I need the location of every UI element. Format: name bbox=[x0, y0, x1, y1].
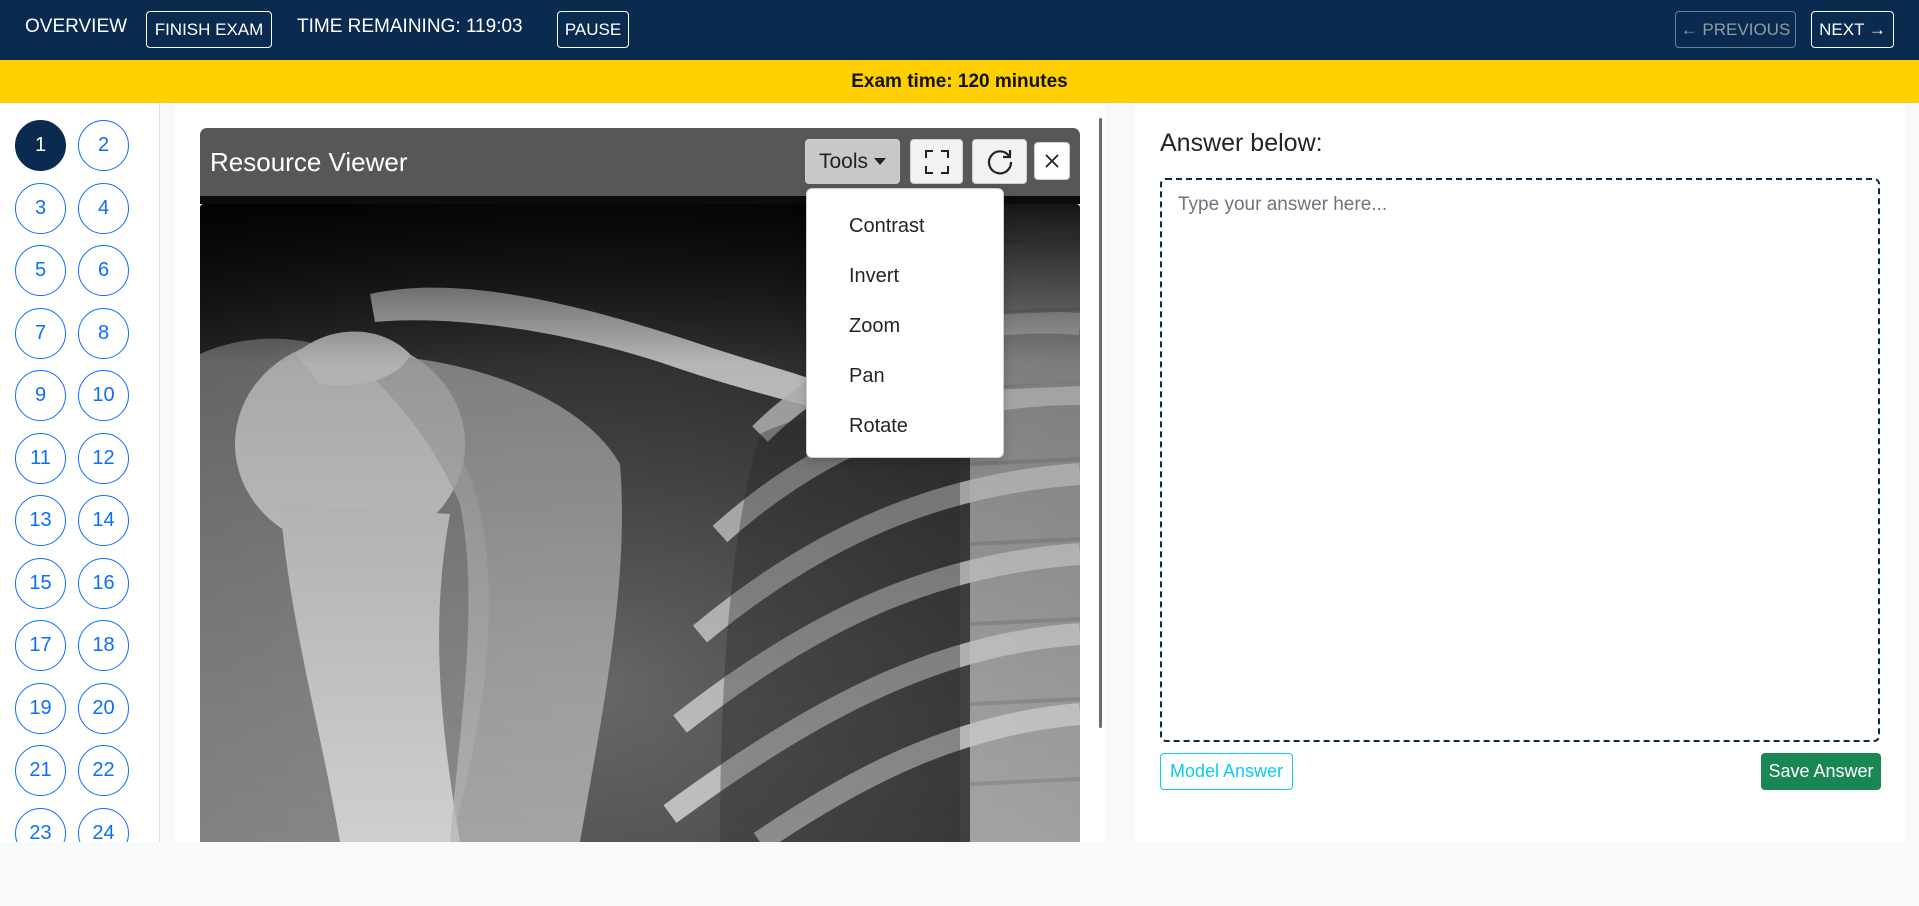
question-button-7[interactable]: 7 bbox=[15, 307, 66, 359]
tools-dropdown-menu: Contrast Invert Zoom Pan Rotate bbox=[806, 188, 1004, 458]
question-button-1[interactable]: 1 bbox=[15, 120, 66, 171]
close-viewer-button[interactable] bbox=[1034, 142, 1070, 180]
question-button-20[interactable]: 20 bbox=[78, 682, 129, 734]
tools-menu-item-rotate[interactable]: Rotate bbox=[849, 415, 908, 438]
answer-textarea[interactable] bbox=[1160, 178, 1880, 742]
reset-button[interactable] bbox=[972, 139, 1027, 184]
question-button-8[interactable]: 8 bbox=[78, 307, 129, 359]
tools-dropdown-button[interactable]: Tools bbox=[805, 139, 900, 184]
question-button-3[interactable]: 3 bbox=[15, 182, 66, 234]
fullscreen-icon bbox=[924, 149, 949, 174]
save-answer-button[interactable]: Save Answer bbox=[1761, 753, 1881, 790]
panel-scrollbar[interactable] bbox=[1099, 118, 1102, 728]
tools-menu-item-contrast[interactable]: Contrast bbox=[849, 215, 925, 238]
question-button-21[interactable]: 21 bbox=[15, 745, 66, 796]
question-navigator: 1 2 3 4 5 6 7 8 9 10 11 12 13 14 15 16 17 18 19 20 21 22 23 24 bbox=[0, 103, 160, 842]
question-button-16[interactable]: 16 bbox=[78, 557, 129, 609]
question-button-22[interactable]: 22 bbox=[78, 745, 129, 796]
next-button[interactable]: NEXT → bbox=[1811, 11, 1894, 48]
previous-button[interactable]: ← PREVIOUS bbox=[1675, 11, 1796, 48]
question-button-24[interactable]: 24 bbox=[78, 807, 129, 842]
close-icon bbox=[1045, 154, 1059, 168]
question-button-13[interactable]: 13 bbox=[15, 495, 66, 546]
question-button-17[interactable]: 17 bbox=[15, 620, 66, 671]
question-button-2[interactable]: 2 bbox=[78, 120, 129, 171]
question-button-19[interactable]: 19 bbox=[15, 682, 66, 734]
resource-viewer-title: Resource Viewer bbox=[210, 147, 408, 177]
question-button-14[interactable]: 14 bbox=[78, 495, 129, 546]
question-button-11[interactable]: 11 bbox=[15, 432, 66, 484]
time-remaining: TIME REMAINING: 119:03 bbox=[297, 16, 523, 37]
question-button-6[interactable]: 6 bbox=[78, 245, 129, 296]
tools-menu-item-pan[interactable]: Pan bbox=[849, 365, 885, 388]
fullscreen-button[interactable] bbox=[910, 139, 963, 184]
tools-label: Tools bbox=[818, 149, 869, 173]
answer-label: Answer below: bbox=[1160, 129, 1323, 157]
exam-time-banner: Exam time: 120 minutes bbox=[0, 60, 1919, 103]
tools-menu-item-zoom[interactable]: Zoom bbox=[849, 315, 900, 338]
question-button-23[interactable]: 23 bbox=[15, 807, 66, 842]
reset-icon bbox=[987, 149, 1012, 174]
pause-button[interactable]: PAUSE bbox=[557, 11, 629, 48]
top-bar: OVERVIEW FINISH EXAM TIME REMAINING: 119… bbox=[0, 0, 1919, 60]
question-button-18[interactable]: 18 bbox=[78, 620, 129, 671]
finish-exam-button[interactable]: FINISH EXAM bbox=[146, 11, 272, 48]
question-button-5[interactable]: 5 bbox=[15, 245, 66, 296]
caret-down-icon bbox=[874, 158, 887, 165]
model-answer-button[interactable]: Model Answer bbox=[1160, 753, 1293, 790]
tools-menu-item-invert[interactable]: Invert bbox=[849, 265, 899, 288]
question-button-9[interactable]: 9 bbox=[15, 370, 66, 421]
question-button-10[interactable]: 10 bbox=[78, 370, 129, 421]
overview-link[interactable]: OVERVIEW bbox=[25, 16, 127, 38]
question-button-4[interactable]: 4 bbox=[78, 182, 129, 234]
question-button-12[interactable]: 12 bbox=[78, 432, 129, 484]
question-button-15[interactable]: 15 bbox=[15, 557, 66, 609]
